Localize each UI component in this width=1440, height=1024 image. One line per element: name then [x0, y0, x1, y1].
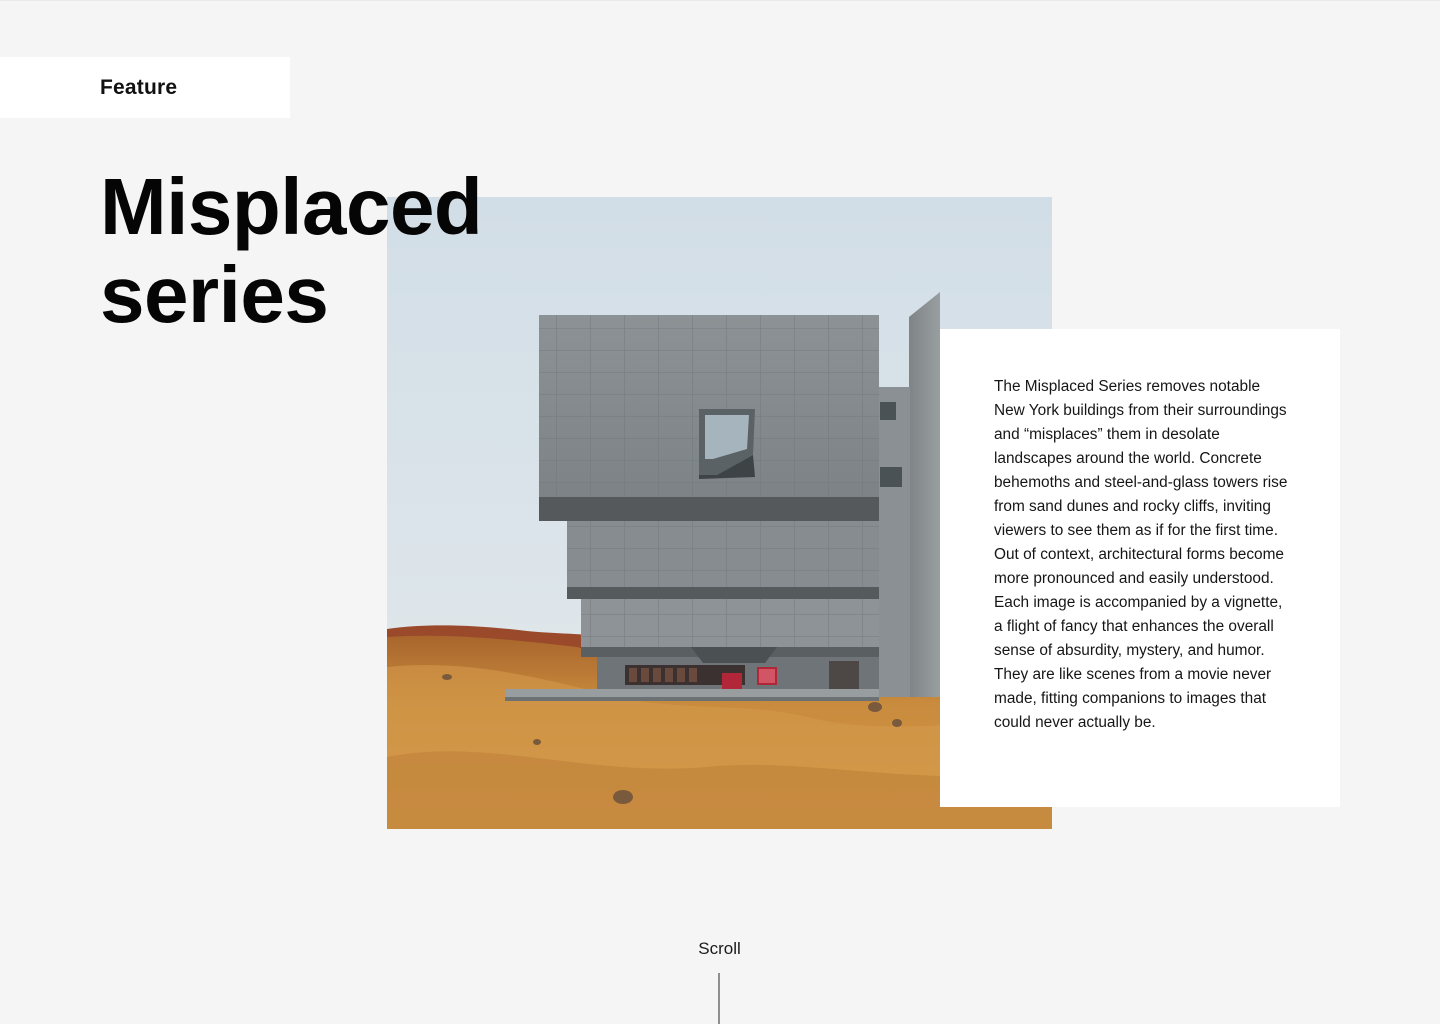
title-line-1: Misplaced — [100, 162, 483, 251]
page: Feature Misplaced series The Misplaced S… — [0, 0, 1440, 1024]
description-text: The Misplaced Series removes notable New… — [994, 378, 1288, 731]
feature-label: Feature — [100, 75, 178, 99]
page-title: Misplaced series — [100, 162, 483, 339]
scroll-line — [718, 973, 720, 1024]
feature-tag: Feature — [0, 57, 290, 118]
description-card: The Misplaced Series removes notable New… — [940, 329, 1340, 807]
title-line-2: series — [100, 250, 329, 339]
scroll-label[interactable]: Scroll — [698, 939, 741, 959]
scroll-indicator[interactable]: Scroll — [0, 939, 1440, 1024]
